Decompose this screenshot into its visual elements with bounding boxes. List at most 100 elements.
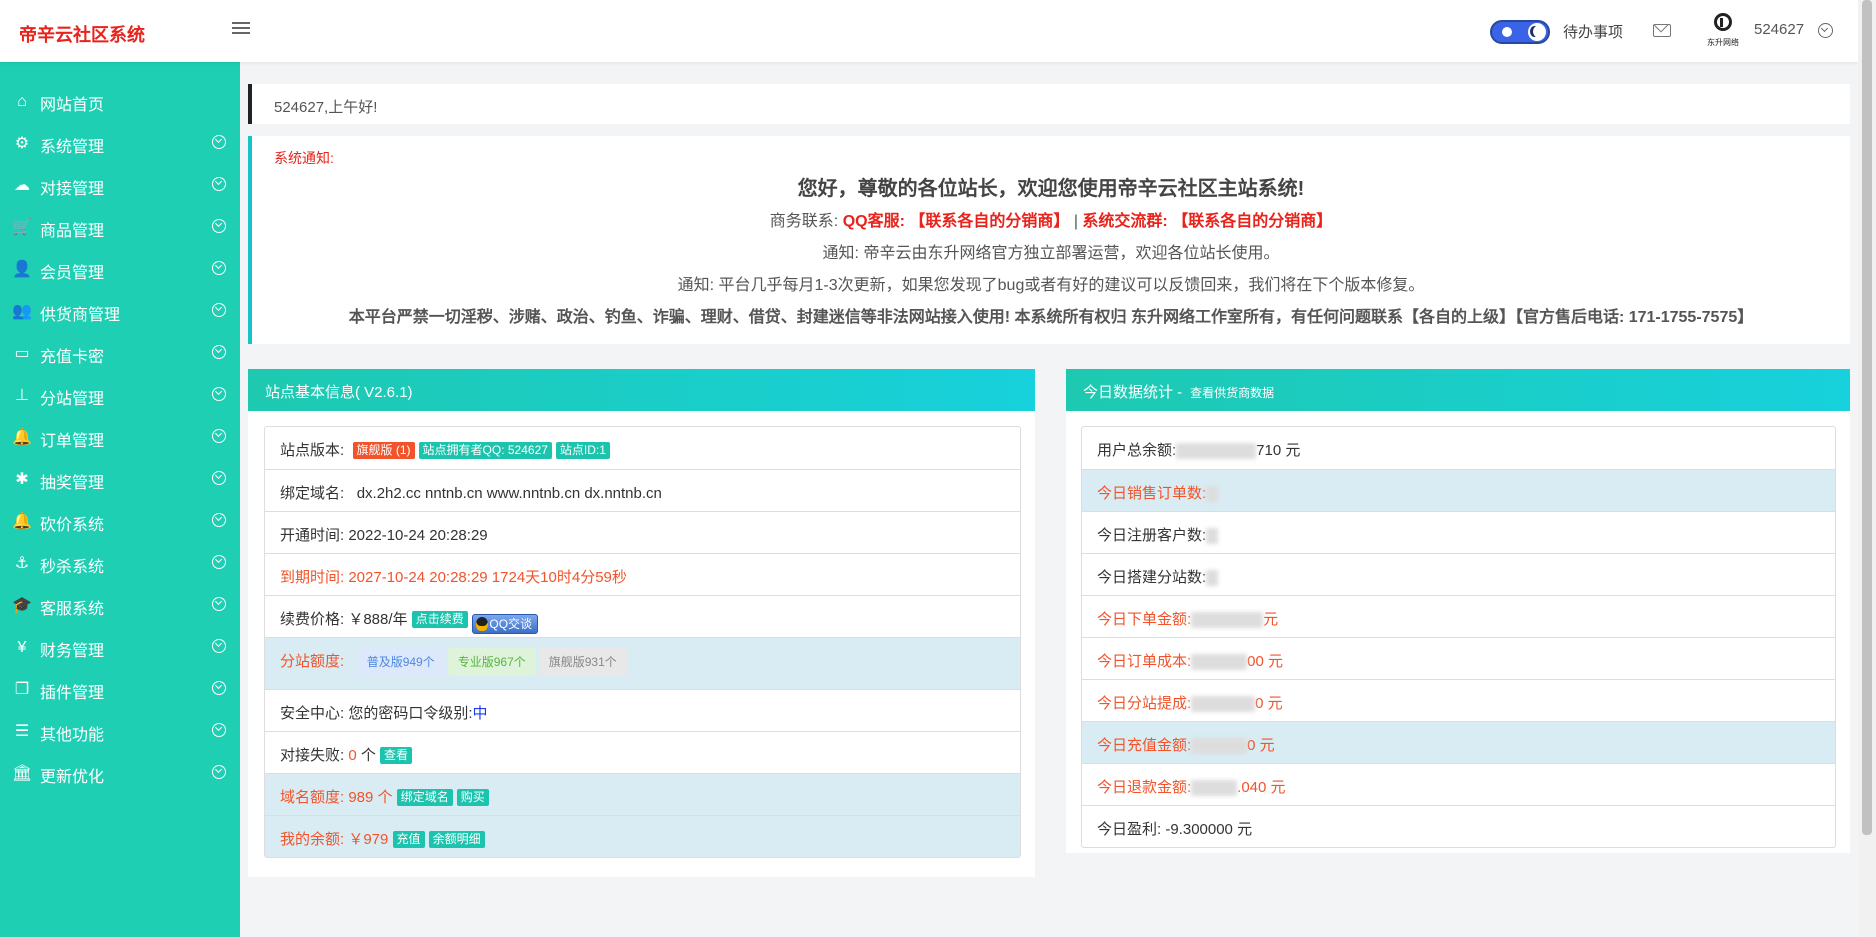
dock-fail-view-button[interactable]: 查看 xyxy=(380,747,413,764)
sidebar-item-label: 财务管理 xyxy=(40,643,105,660)
chevron-down-icon xyxy=(212,261,226,275)
balance-row: 我的余额: ￥979 充值 余额明细 xyxy=(265,815,1020,857)
greeting-text: 524627,上午好! xyxy=(274,99,378,116)
mail-icon[interactable] xyxy=(1653,24,1671,37)
chevron-down-icon xyxy=(212,135,226,149)
recharge-button[interactable]: 充值 xyxy=(392,831,425,848)
sidebar-item[interactable]: ✱ 抽奖管理 xyxy=(0,459,240,501)
dock-fail-row: 对接失败: 0 个 查看 xyxy=(265,731,1020,773)
sidebar-item[interactable]: ▭ 充值卡密 xyxy=(0,333,240,375)
notice-qq-service: QQ客服: 【联系各自的分销商】 xyxy=(842,213,1070,230)
chevron-down-icon xyxy=(212,639,226,653)
quota-basic-chip: 普及版949个 xyxy=(356,648,445,676)
bound-domain-row: 绑定域名: dx.2h2.cc nntnb.cn www.nntnb.cn dx… xyxy=(265,469,1020,511)
redacted-value xyxy=(1191,780,1238,797)
redacted-value xyxy=(1176,443,1257,460)
sidebar-item-label: 其他功能 xyxy=(40,727,105,744)
notice-policy: 本平台严禁一切淫秽、涉赌、政治、钓鱼、诈骗、理财、借贷、封建迷信等非法网站接入使… xyxy=(348,309,1754,326)
buy-domain-button[interactable]: 购买 xyxy=(456,789,489,806)
sidebar-item[interactable]: 🛒 商品管理 xyxy=(0,207,240,249)
gears-icon: ⚙ xyxy=(14,135,30,152)
sidebar-item[interactable]: 🔔 订单管理 xyxy=(0,417,240,459)
balance-detail-button[interactable]: 余额明细 xyxy=(428,831,485,848)
sidebar-item-label: 客服系统 xyxy=(40,601,105,618)
system-notice: 系统通知: 您好，尊敬的各位站长，欢迎您使用帝辛云社区主站系统! 商务联系: Q… xyxy=(248,136,1850,344)
site-info-title: 站点基本信息( V2.6.1) xyxy=(265,384,413,401)
sidebar-item[interactable]: ☁ 对接管理 xyxy=(0,165,240,207)
security-label: 安全中心: xyxy=(280,705,345,722)
sidebar-item[interactable]: 👤 会员管理 xyxy=(0,249,240,291)
sidebar-item[interactable]: ☰ 其他功能 xyxy=(0,711,240,753)
notice-welcome: 您好，尊敬的各位站长，欢迎您使用帝辛云社区主站系统! xyxy=(797,178,1305,200)
company-logo: 东升网络 xyxy=(1705,11,1741,49)
page-scrollbar[interactable] xyxy=(1858,0,1876,937)
sidebar-item[interactable]: ⚓ 秒杀系统 xyxy=(0,543,240,585)
substation-quota-label: 分站额度: xyxy=(280,652,345,670)
top-header: 帝辛云社区系统 待办事项 东升网络 524627 xyxy=(0,0,1858,62)
stat-label: 今日订单成本: xyxy=(1097,653,1192,670)
stat-label: 今日退款金额: xyxy=(1097,779,1192,796)
today-stats-panel: 今日数据统计 - 查看供货商数据 用户总余额: 710 元今日销售订单数: 今日注册客… xyxy=(1066,369,1850,853)
stat-row: 今日分站提成: 0 元 xyxy=(1082,679,1835,721)
balance-label: 我的余额: xyxy=(280,831,345,848)
renew-button[interactable]: 点击续费 xyxy=(411,611,468,628)
sidebar-item[interactable]: ⌂ 网站首页 xyxy=(0,81,240,123)
graduation-cap-icon: 🎓 xyxy=(12,597,32,614)
sidebar-item[interactable]: 👥 供货商管理 xyxy=(0,291,240,333)
chevron-down-icon xyxy=(212,555,226,569)
hamburger-menu-icon[interactable] xyxy=(232,19,250,39)
sidebar-item[interactable]: ⊥ 分站管理 xyxy=(0,375,240,417)
notice-group: 系统交流群: 【联系各自的分销商】 xyxy=(1082,213,1333,230)
todo-link[interactable]: 待办事项 xyxy=(1563,21,1623,42)
sidebar-item[interactable]: ¥ 财务管理 xyxy=(0,627,240,669)
supplier-data-link[interactable]: 查看供货商数据 xyxy=(1190,386,1274,400)
bell-icon: 🔔 xyxy=(12,513,32,530)
renew-price-label: 续费价格: xyxy=(280,611,345,628)
redacted-value xyxy=(1206,486,1219,503)
app-brand[interactable]: 帝辛云社区系统 xyxy=(19,21,145,47)
scrollbar-thumb[interactable] xyxy=(1862,0,1872,835)
chevron-down-icon xyxy=(212,219,226,233)
stat-value: 0 元 xyxy=(1247,737,1275,754)
sidebar-item[interactable]: ⚙ 系统管理 xyxy=(0,123,240,165)
bind-domain-button[interactable]: 绑定域名 xyxy=(396,789,453,806)
user-menu-name[interactable]: 524627 xyxy=(1754,21,1804,38)
greeting-bar: 524627,上午好! xyxy=(248,84,1850,124)
asterisk-icon: ✱ xyxy=(15,471,29,488)
qq-chat-button[interactable]: QQ交谈 xyxy=(471,614,538,634)
cloud-icon: ☁ xyxy=(14,177,30,194)
sidebar-item[interactable]: 🎓 客服系统 xyxy=(0,585,240,627)
renew-price-value: ￥888/年 xyxy=(348,611,408,628)
security-level: 中 xyxy=(472,705,488,722)
stat-label: 今日注册客户数: xyxy=(1097,527,1207,544)
stat-row: 今日盈利: -9.300000 元 xyxy=(1082,805,1835,847)
sitemap-icon: ⊥ xyxy=(15,387,29,404)
sidebar-item-label: 更新优化 xyxy=(40,769,105,786)
stat-value: 0 元 xyxy=(1255,695,1283,712)
substation-quota-row: 分站额度: 普及版949个 专业版967个 旗舰版931个 xyxy=(265,637,1020,689)
chevron-down-icon[interactable] xyxy=(1818,23,1833,38)
stat-row: 今日销售订单数: xyxy=(1082,469,1835,511)
home-icon: ⌂ xyxy=(17,93,27,110)
notice-contact: 商务联系: QQ客服: 【联系各自的分销商】 | 系统交流群: 【联系各自的分销… xyxy=(252,207,1850,231)
sidebar-item-label: 会员管理 xyxy=(40,265,105,282)
stat-row: 今日退款金额: .040 元 xyxy=(1082,763,1835,805)
site-info-panel: 站点基本信息( V2.6.1) 站点版本: 旗舰版 (1) 站点拥有者QQ: 52… xyxy=(248,369,1035,877)
sidebar-item-label: 系统管理 xyxy=(40,139,105,156)
quota-flagship-chip: 旗舰版931个 xyxy=(538,648,627,676)
sidebar-item[interactable]: 🔔 砍价系统 xyxy=(0,501,240,543)
today-stats-title: 今日数据统计 - xyxy=(1083,384,1183,401)
sidebar-item-label: 网站首页 xyxy=(40,97,105,114)
notice-separator: | xyxy=(1069,213,1083,230)
sidebar-item[interactable]: 🏛 更新优化 xyxy=(0,753,240,795)
bound-domain-value: dx.2h2.cc nntnb.cn www.nntnb.cn dx.nntnb… xyxy=(356,485,662,502)
quota-pro-chip: 专业版967个 xyxy=(447,648,536,676)
yen-icon: ¥ xyxy=(17,639,27,656)
stat-value: 710 元 xyxy=(1256,442,1301,459)
domain-quota-row: 域名额度: 989 个 绑定域名 购买 xyxy=(265,773,1020,815)
theme-toggle[interactable] xyxy=(1490,20,1550,44)
renew-price-row: 续费价格: ￥888/年 点击续费 QQ交谈 xyxy=(265,595,1020,637)
sidebar-item[interactable]: ❐ 插件管理 xyxy=(0,669,240,711)
stat-value: 00 元 xyxy=(1247,653,1284,670)
sidebar-item-label: 插件管理 xyxy=(40,685,105,702)
